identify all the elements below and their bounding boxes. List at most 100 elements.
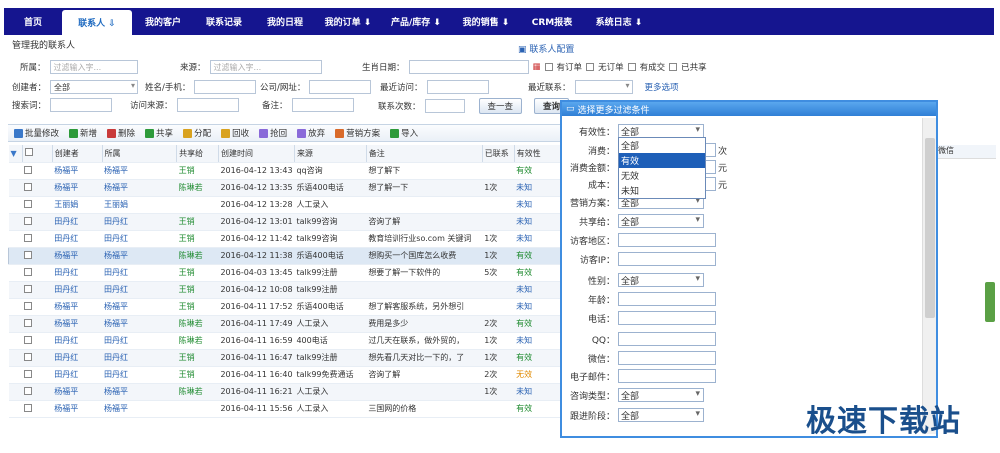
table-row[interactable]: 杨福平 杨福平 陈琳若 2016-04-12 13:35 乐语400电话 想了解一下 1次未… (8, 179, 568, 197)
row-checkbox[interactable] (22, 213, 53, 231)
nav-item-4[interactable]: 我的日程 (254, 8, 316, 35)
table-cell[interactable]: 田丹红 (102, 264, 177, 282)
table-row[interactable]: 杨福平 杨福平 陈琳若 2016-04-12 11:38 乐语400电话 想购买一个国库怎… (8, 247, 568, 265)
nav-item-7[interactable]: 我的销售 ⬇ (452, 8, 520, 35)
table-row[interactable]: 田丹红 田丹红 王销 2016-04-11 16:47 talk99注册 想先看几天对比一… (8, 349, 568, 367)
row-checkbox[interactable] (22, 349, 53, 367)
filter-icon[interactable]: ▼ (8, 145, 23, 163)
column-header[interactable]: 创建时间 (218, 145, 295, 163)
dropdown-option[interactable]: 无效 (619, 168, 705, 183)
toolbar-button-6[interactable]: 抢回 (259, 127, 287, 139)
row-checkbox[interactable] (22, 162, 53, 180)
calendar-icon[interactable]: ▦ (533, 62, 541, 72)
filter-input[interactable] (618, 292, 716, 306)
nav-item-9[interactable]: 系统日志 ⬇ (584, 8, 654, 35)
table-cell[interactable]: 杨福平 (102, 383, 177, 401)
table-cell[interactable]: 田丹红 (102, 366, 177, 384)
table-row[interactable]: 杨福平 杨福平 陈琳若 2016-04-11 17:49 人工录入 费用是多少 2次 有效 (8, 315, 568, 333)
toolbar-button-4[interactable]: 分配 (183, 127, 211, 139)
toolbar-button-7[interactable]: 放弃 (297, 127, 325, 139)
table-row[interactable]: 杨福平 杨福平 陈琳若 2016-04-11 16:21 人工录入 1次 未知 (8, 383, 568, 401)
table-cell[interactable]: 王丽娟 (52, 196, 103, 214)
creator-select[interactable]: 全部 (50, 80, 139, 94)
company-input[interactable] (309, 80, 372, 94)
table-cell[interactable]: 杨福平 (102, 400, 177, 418)
nav-item-2[interactable]: 我的客户 (132, 8, 194, 35)
table-cell[interactable]: 杨福平 (52, 315, 103, 333)
filter-select[interactable]: 全部 (618, 388, 704, 402)
table-cell[interactable]: 杨福平 (52, 400, 103, 418)
dropdown-option[interactable]: 全部 (619, 138, 705, 153)
filter-input[interactable] (618, 351, 716, 365)
nav-item-0[interactable]: 首页 (4, 8, 62, 35)
filter-select[interactable]: 全部 (618, 273, 704, 287)
table-cell[interactable]: 田丹红 (52, 332, 103, 350)
table-cell[interactable]: 田丹红 (102, 349, 177, 367)
select-all-checkbox[interactable] (22, 145, 53, 163)
table-cell[interactable]: 田丹红 (52, 213, 103, 231)
table-cell[interactable]: 田丹红 (52, 281, 103, 299)
toolbar-button-5[interactable]: 回收 (221, 127, 249, 139)
more-options-link[interactable]: 更多选项 (645, 81, 679, 93)
toolbar-button-9[interactable]: 导入 (390, 127, 418, 139)
toolbar-button-3[interactable]: 共享 (145, 127, 173, 139)
visit-source-input[interactable] (176, 98, 239, 112)
toolbar-button-8[interactable]: 营销方案 (335, 127, 380, 139)
nav-item-3[interactable]: 联系记录 (194, 8, 254, 35)
filter-input[interactable] (618, 311, 716, 325)
filter-select[interactable]: 全部 (618, 408, 704, 422)
table-row[interactable]: 田丹红 田丹红 王销 2016-04-12 13:01 talk99咨询 咨询了解 未知 (8, 213, 568, 231)
row-checkbox[interactable] (22, 281, 53, 299)
row-checkbox[interactable] (22, 247, 53, 265)
table-row[interactable]: 杨福平 杨福平 王销 2016-04-12 13:43 qq咨询 想了解下 有效 (8, 162, 568, 180)
table-cell[interactable]: 杨福平 (52, 298, 103, 316)
column-header[interactable]: 已联系 (482, 145, 515, 163)
last-visit-input[interactable] (426, 80, 489, 94)
table-cell[interactable]: 杨福平 (102, 162, 177, 180)
column-header[interactable]: 来源 (294, 145, 367, 163)
find-button[interactable]: 查一查 (478, 98, 523, 114)
table-cell[interactable]: 杨福平 (102, 315, 177, 333)
table-cell[interactable]: 田丹红 (52, 264, 103, 282)
row-checkbox[interactable] (22, 264, 53, 282)
filter-input[interactable] (618, 233, 716, 247)
table-cell[interactable]: 杨福平 (52, 247, 103, 265)
name-phone-input[interactable] (194, 80, 257, 94)
keyword-input[interactable] (50, 98, 113, 112)
noorder-checkbox[interactable] (586, 63, 595, 71)
scroll-thumb[interactable] (925, 138, 935, 318)
table-cell[interactable]: 田丹红 (52, 349, 103, 367)
table-row[interactable]: 田丹红 田丹红 王销 2016-04-12 11:42 talk99咨询 教育培训行业so… (8, 230, 568, 248)
table-row[interactable]: 田丹红 田丹红 王销 2016-04-11 16:40 talk99免费通话 咨询了解 2次… (8, 366, 568, 384)
table-cell[interactable]: 杨福平 (102, 247, 177, 265)
deal-checkbox[interactable] (627, 63, 636, 71)
table-cell[interactable]: 田丹红 (102, 332, 177, 350)
source-input[interactable]: 过滤输入字... (209, 60, 322, 74)
table-cell[interactable]: 杨福平 (52, 383, 103, 401)
row-checkbox[interactable] (22, 366, 53, 384)
nav-item-8[interactable]: CRM报表 (520, 8, 584, 35)
table-row[interactable]: 王丽娟 王丽娟 2016-04-12 13:28 人工录入 未知 (8, 196, 568, 214)
filter-select[interactable]: 全部 (618, 214, 704, 228)
dialog-scrollbar[interactable] (922, 118, 936, 434)
table-cell[interactable]: 田丹红 (102, 213, 177, 231)
nav-item-1[interactable]: 联系人 ⇩ (62, 10, 132, 35)
row-checkbox[interactable] (22, 383, 53, 401)
table-cell[interactable]: 杨福平 (52, 179, 103, 197)
contact-count-input[interactable] (424, 99, 465, 113)
table-cell[interactable]: 王丽娟 (102, 196, 177, 214)
nav-item-6[interactable]: 产品/库存 ⬇ (380, 8, 452, 35)
table-cell[interactable]: 田丹红 (52, 366, 103, 384)
table-cell[interactable]: 杨福平 (102, 298, 177, 316)
table-cell[interactable]: 杨福平 (52, 162, 103, 180)
row-checkbox[interactable] (22, 179, 53, 197)
birthday-input[interactable] (408, 60, 529, 74)
remark-input[interactable] (291, 98, 354, 112)
row-checkbox[interactable] (22, 230, 53, 248)
row-checkbox[interactable] (22, 332, 53, 350)
nav-item-5[interactable]: 我的订单 ⬇ (316, 8, 380, 35)
table-row[interactable]: 田丹红 田丹红 王销 2016-04-03 13:45 talk99注册 想要了解一下软件… (8, 264, 568, 282)
column-header[interactable]: 共享给 (176, 145, 219, 163)
filter-input[interactable] (618, 369, 716, 383)
toolbar-button-1[interactable]: 新增 (69, 127, 97, 139)
